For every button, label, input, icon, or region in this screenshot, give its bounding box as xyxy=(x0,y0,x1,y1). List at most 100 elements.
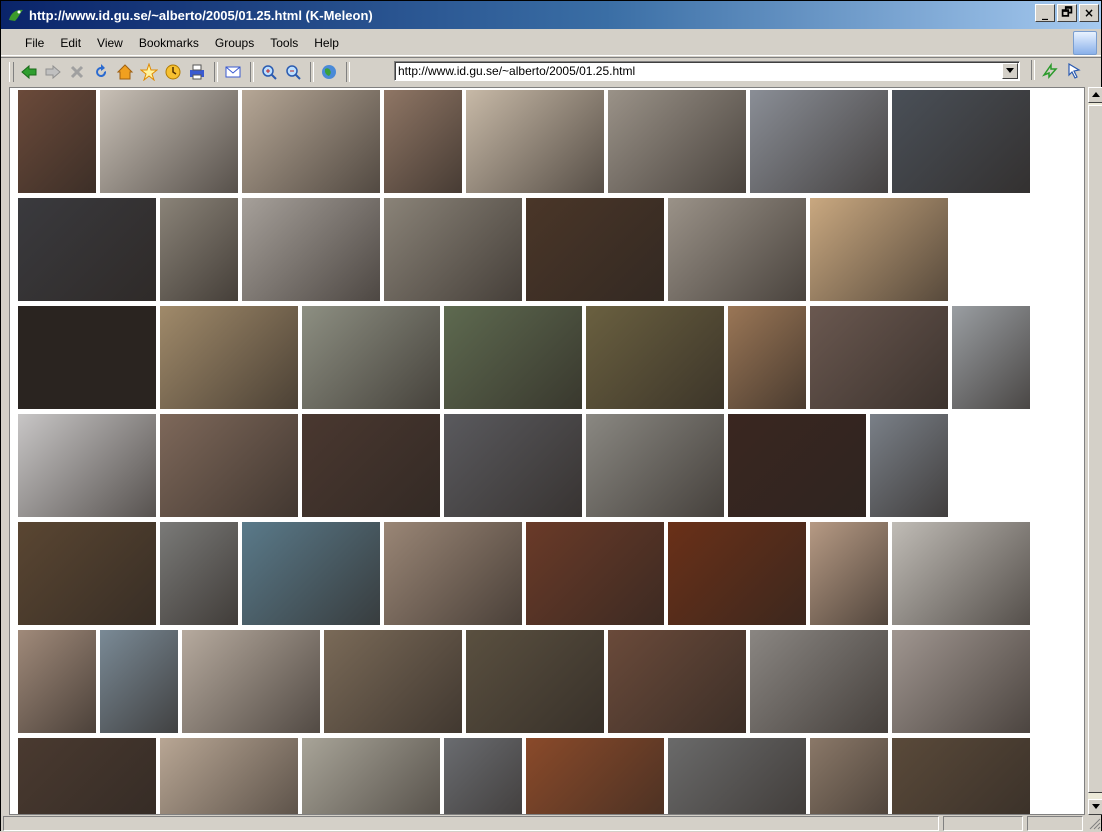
photo-thumbnail[interactable] xyxy=(160,198,238,301)
photo-thumbnail[interactable] xyxy=(302,738,440,814)
photo-thumbnail[interactable] xyxy=(526,738,664,814)
photo-thumbnail[interactable] xyxy=(100,630,178,733)
menu-view[interactable]: View xyxy=(89,36,131,50)
photo-thumbnail[interactable] xyxy=(18,630,96,733)
photo-thumbnail[interactable] xyxy=(160,522,238,625)
scroll-up-button[interactable] xyxy=(1088,87,1102,103)
photo-thumbnail[interactable] xyxy=(182,630,320,733)
menu-groups[interactable]: Groups xyxy=(207,36,262,50)
photo-thumbnail[interactable] xyxy=(242,90,380,193)
toolbar-grip[interactable] xyxy=(9,62,14,82)
scroll-thumb[interactable] xyxy=(1088,105,1102,793)
history-icon xyxy=(165,64,181,80)
photo-thumbnail[interactable] xyxy=(302,414,440,517)
zoom-in-button[interactable] xyxy=(258,61,280,83)
globe-button[interactable] xyxy=(318,61,340,83)
photo-thumbnail[interactable] xyxy=(750,90,888,193)
photo-thumbnail[interactable] xyxy=(526,198,664,301)
menu-bookmarks[interactable]: Bookmarks xyxy=(131,36,207,50)
photo-thumbnail[interactable] xyxy=(444,738,522,814)
scroll-down-button[interactable] xyxy=(1088,799,1102,815)
bookmark-star-icon xyxy=(140,63,158,81)
photo-thumbnail[interactable] xyxy=(810,522,888,625)
photo-thumbnail[interactable] xyxy=(728,414,866,517)
photo-thumbnail[interactable] xyxy=(870,414,948,517)
link-button[interactable] xyxy=(1063,59,1085,81)
photo-thumbnail[interactable] xyxy=(586,306,724,409)
photo-thumbnail[interactable] xyxy=(728,306,806,409)
mail-button[interactable] xyxy=(222,61,244,83)
zoom-in-icon xyxy=(262,65,277,80)
address-dropdown-button[interactable] xyxy=(1002,63,1018,79)
photo-thumbnail[interactable] xyxy=(952,306,1030,409)
close-button[interactable]: × xyxy=(1079,4,1099,22)
home-button[interactable] xyxy=(114,61,136,83)
photo-thumbnail[interactable] xyxy=(100,90,238,193)
photo-thumbnail[interactable] xyxy=(586,414,724,517)
photo-thumbnail[interactable] xyxy=(384,90,462,193)
forward-button[interactable] xyxy=(42,61,64,83)
photo-thumbnail[interactable] xyxy=(160,414,298,517)
photo-thumbnail[interactable] xyxy=(324,630,462,733)
photo-thumbnail[interactable] xyxy=(750,630,888,733)
minimize-button[interactable]: _ xyxy=(1035,4,1055,22)
link-arrow-icon xyxy=(1068,62,1081,79)
photo-thumbnail[interactable] xyxy=(160,738,298,814)
photo-thumbnail[interactable] xyxy=(18,414,156,517)
photo-thumbnail[interactable] xyxy=(18,198,156,301)
photo-thumbnail[interactable] xyxy=(892,738,1030,814)
photo-thumbnail[interactable] xyxy=(242,198,380,301)
photo-thumbnail[interactable] xyxy=(892,522,1030,625)
address-bar[interactable]: http://www.id.gu.se/~alberto/2005/01.25.… xyxy=(394,61,1020,81)
photo-thumbnail[interactable] xyxy=(668,738,806,814)
photo-thumbnail[interactable] xyxy=(466,90,604,193)
vertical-scrollbar[interactable] xyxy=(1087,87,1102,815)
photo-thumbnail[interactable] xyxy=(668,522,806,625)
address-input[interactable]: http://www.id.gu.se/~alberto/2005/01.25.… xyxy=(395,64,1002,78)
history-button[interactable] xyxy=(162,61,184,83)
stop-button[interactable] xyxy=(66,61,88,83)
photo-thumbnail[interactable] xyxy=(466,630,604,733)
photo-thumbnail[interactable] xyxy=(810,738,888,814)
k-meleon-logo-icon xyxy=(9,9,23,21)
photo-thumbnail[interactable] xyxy=(444,306,582,409)
bookmarks-button[interactable] xyxy=(138,61,160,83)
photo-thumbnail[interactable] xyxy=(18,90,96,193)
photo-thumbnail[interactable] xyxy=(302,306,440,409)
photo-thumbnail[interactable] xyxy=(608,630,746,733)
reload-icon xyxy=(96,64,107,77)
back-button[interactable] xyxy=(18,61,40,83)
photo-thumbnail[interactable] xyxy=(810,306,948,409)
resize-grip-icon[interactable] xyxy=(1087,816,1101,830)
gallery-row xyxy=(18,414,1030,517)
page-content xyxy=(9,87,1085,815)
photo-thumbnail[interactable] xyxy=(668,198,806,301)
menu-help[interactable]: Help xyxy=(306,36,347,50)
status-text-pane xyxy=(3,816,939,831)
photo-thumbnail[interactable] xyxy=(242,522,380,625)
photo-thumbnail[interactable] xyxy=(526,522,664,625)
photo-thumbnail[interactable] xyxy=(444,414,582,517)
gallery-row xyxy=(18,630,1030,733)
photo-thumbnail[interactable] xyxy=(892,630,1030,733)
photo-thumbnail[interactable] xyxy=(384,522,522,625)
go-button[interactable] xyxy=(1039,59,1061,81)
photo-thumbnail[interactable] xyxy=(18,738,156,814)
title-bar[interactable]: http://www.id.gu.se/~alberto/2005/01.25.… xyxy=(1,1,1101,29)
photo-thumbnail[interactable] xyxy=(18,306,156,409)
print-icon xyxy=(190,64,204,80)
photo-thumbnail[interactable] xyxy=(608,90,746,193)
photo-thumbnail[interactable] xyxy=(384,198,522,301)
photo-thumbnail[interactable] xyxy=(160,306,298,409)
browser-window: http://www.id.gu.se/~alberto/2005/01.25.… xyxy=(0,0,1102,832)
menu-edit[interactable]: Edit xyxy=(52,36,89,50)
photo-thumbnail[interactable] xyxy=(18,522,156,625)
print-button[interactable] xyxy=(186,61,208,83)
reload-button[interactable] xyxy=(90,61,112,83)
menu-tools[interactable]: Tools xyxy=(262,36,306,50)
zoom-out-button[interactable] xyxy=(282,61,304,83)
restore-button[interactable]: 🗗 xyxy=(1057,4,1077,22)
photo-thumbnail[interactable] xyxy=(892,90,1030,193)
menu-file[interactable]: File xyxy=(17,36,52,50)
photo-thumbnail[interactable] xyxy=(810,198,948,301)
